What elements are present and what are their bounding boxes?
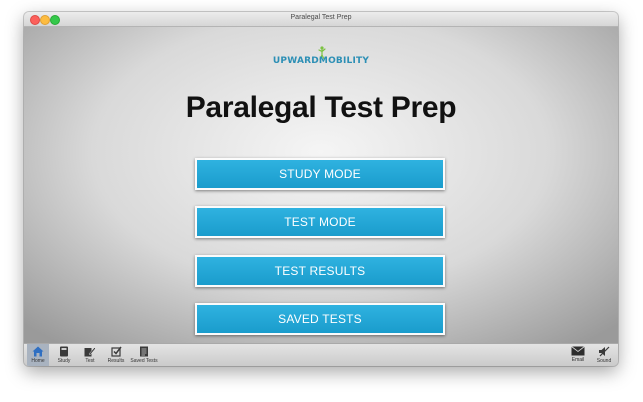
tab-label: Test	[85, 358, 95, 364]
document-icon	[140, 346, 148, 357]
bottom-toolbar: Home Study Test Results Saved Tests Emai…	[24, 343, 618, 366]
tab-label: Home	[31, 358, 45, 364]
title-bar: Paralegal Test Prep	[24, 12, 618, 27]
envelope-icon	[571, 346, 585, 356]
test-results-button[interactable]: TEST RESULTS	[195, 255, 445, 287]
test-mode-button[interactable]: TEST MODE	[195, 206, 445, 238]
window-title: Paralegal Test Prep	[290, 14, 352, 21]
pencil-icon	[84, 347, 96, 357]
tab-results[interactable]: Results	[105, 344, 127, 366]
tab-label: Sound	[596, 358, 612, 364]
tab-sound[interactable]: Sound	[593, 344, 615, 366]
home-screen: UPWARDMOBILITY Paralegal Test Prep STUDY…	[24, 27, 618, 356]
tab-home[interactable]: Home	[27, 344, 49, 366]
app-window: Paralegal Test Prep UPWARDMOBILITY Paral…	[24, 12, 618, 366]
tab-label: Saved Tests	[130, 358, 158, 364]
tab-study[interactable]: Study	[53, 344, 75, 366]
checkbox-icon	[110, 346, 122, 357]
tab-label: Results	[107, 358, 125, 364]
sound-muted-icon	[599, 346, 610, 357]
home-icon	[32, 346, 44, 357]
upward-mobility-logo: UPWARDMOBILITY	[272, 56, 370, 66]
saved-tests-button[interactable]: SAVED TESTS	[195, 303, 445, 335]
app-title: Paralegal Test Prep	[185, 91, 457, 124]
tab-label: Study	[57, 358, 71, 364]
study-mode-button[interactable]: STUDY MODE	[195, 158, 445, 190]
tab-test[interactable]: Test	[79, 344, 101, 366]
tab-saved-tests[interactable]: Saved Tests	[129, 344, 159, 366]
tab-label: Email	[571, 357, 585, 363]
tab-email[interactable]: Email	[567, 344, 589, 366]
book-icon	[60, 346, 68, 357]
